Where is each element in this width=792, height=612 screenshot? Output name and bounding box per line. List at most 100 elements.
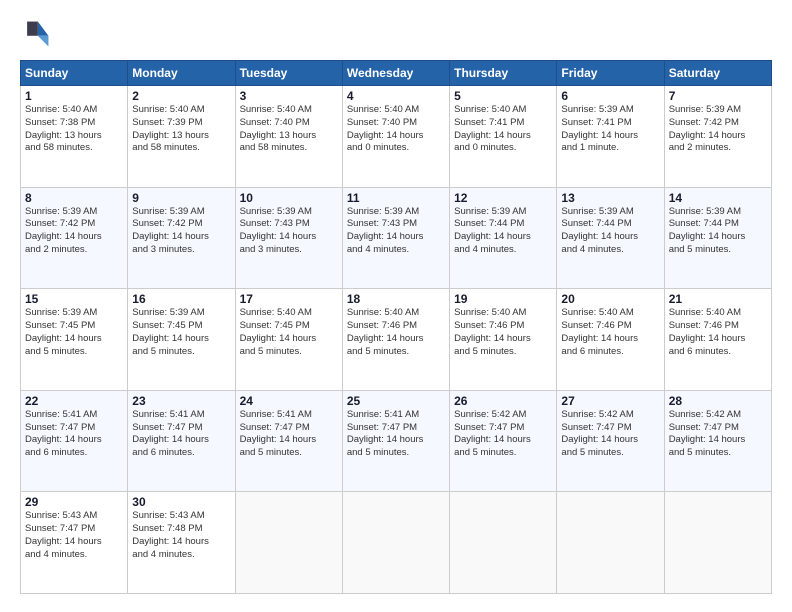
day-number: 10: [240, 191, 338, 205]
day-number: 5: [454, 89, 552, 103]
calendar-cell: 30Sunrise: 5:43 AM Sunset: 7:48 PM Dayli…: [128, 492, 235, 594]
header: [20, 18, 772, 50]
day-number: 26: [454, 394, 552, 408]
day-info: Sunrise: 5:40 AM Sunset: 7:40 PM Dayligh…: [240, 104, 338, 155]
calendar-cell: 24Sunrise: 5:41 AM Sunset: 7:47 PM Dayli…: [235, 390, 342, 492]
day-number: 29: [25, 495, 123, 509]
calendar-cell: 8Sunrise: 5:39 AM Sunset: 7:42 PM Daylig…: [21, 187, 128, 289]
calendar-cell: [342, 492, 449, 594]
day-info: Sunrise: 5:39 AM Sunset: 7:42 PM Dayligh…: [132, 206, 230, 257]
day-info: Sunrise: 5:42 AM Sunset: 7:47 PM Dayligh…: [454, 409, 552, 460]
day-info: Sunrise: 5:40 AM Sunset: 7:45 PM Dayligh…: [240, 307, 338, 358]
day-number: 9: [132, 191, 230, 205]
day-info: Sunrise: 5:41 AM Sunset: 7:47 PM Dayligh…: [25, 409, 123, 460]
day-number: 8: [25, 191, 123, 205]
calendar-cell: 11Sunrise: 5:39 AM Sunset: 7:43 PM Dayli…: [342, 187, 449, 289]
day-number: 12: [454, 191, 552, 205]
calendar-cell: 4Sunrise: 5:40 AM Sunset: 7:40 PM Daylig…: [342, 86, 449, 188]
day-info: Sunrise: 5:39 AM Sunset: 7:42 PM Dayligh…: [25, 206, 123, 257]
calendar-cell: [235, 492, 342, 594]
calendar-cell: 7Sunrise: 5:39 AM Sunset: 7:42 PM Daylig…: [664, 86, 771, 188]
day-info: Sunrise: 5:39 AM Sunset: 7:43 PM Dayligh…: [240, 206, 338, 257]
day-info: Sunrise: 5:39 AM Sunset: 7:45 PM Dayligh…: [25, 307, 123, 358]
day-info: Sunrise: 5:39 AM Sunset: 7:44 PM Dayligh…: [454, 206, 552, 257]
day-info: Sunrise: 5:40 AM Sunset: 7:46 PM Dayligh…: [669, 307, 767, 358]
day-number: 3: [240, 89, 338, 103]
day-number: 7: [669, 89, 767, 103]
calendar-cell: [664, 492, 771, 594]
day-info: Sunrise: 5:40 AM Sunset: 7:41 PM Dayligh…: [454, 104, 552, 155]
calendar-cell: 19Sunrise: 5:40 AM Sunset: 7:46 PM Dayli…: [450, 289, 557, 391]
col-header-friday: Friday: [557, 61, 664, 86]
day-number: 14: [669, 191, 767, 205]
day-number: 21: [669, 292, 767, 306]
calendar-cell: [450, 492, 557, 594]
calendar-cell: 17Sunrise: 5:40 AM Sunset: 7:45 PM Dayli…: [235, 289, 342, 391]
logo: [20, 18, 56, 50]
calendar-cell: 22Sunrise: 5:41 AM Sunset: 7:47 PM Dayli…: [21, 390, 128, 492]
day-number: 6: [561, 89, 659, 103]
day-number: 16: [132, 292, 230, 306]
day-info: Sunrise: 5:39 AM Sunset: 7:44 PM Dayligh…: [561, 206, 659, 257]
day-info: Sunrise: 5:43 AM Sunset: 7:48 PM Dayligh…: [132, 510, 230, 561]
day-info: Sunrise: 5:43 AM Sunset: 7:47 PM Dayligh…: [25, 510, 123, 561]
col-header-wednesday: Wednesday: [342, 61, 449, 86]
calendar-cell: 15Sunrise: 5:39 AM Sunset: 7:45 PM Dayli…: [21, 289, 128, 391]
day-number: 13: [561, 191, 659, 205]
day-number: 25: [347, 394, 445, 408]
calendar-cell: 5Sunrise: 5:40 AM Sunset: 7:41 PM Daylig…: [450, 86, 557, 188]
day-number: 30: [132, 495, 230, 509]
calendar-cell: 18Sunrise: 5:40 AM Sunset: 7:46 PM Dayli…: [342, 289, 449, 391]
calendar-cell: 14Sunrise: 5:39 AM Sunset: 7:44 PM Dayli…: [664, 187, 771, 289]
calendar-cell: 12Sunrise: 5:39 AM Sunset: 7:44 PM Dayli…: [450, 187, 557, 289]
day-number: 19: [454, 292, 552, 306]
day-number: 11: [347, 191, 445, 205]
calendar-cell: 6Sunrise: 5:39 AM Sunset: 7:41 PM Daylig…: [557, 86, 664, 188]
day-info: Sunrise: 5:40 AM Sunset: 7:46 PM Dayligh…: [454, 307, 552, 358]
calendar-cell: 20Sunrise: 5:40 AM Sunset: 7:46 PM Dayli…: [557, 289, 664, 391]
day-number: 2: [132, 89, 230, 103]
day-info: Sunrise: 5:42 AM Sunset: 7:47 PM Dayligh…: [561, 409, 659, 460]
calendar: SundayMondayTuesdayWednesdayThursdayFrid…: [20, 60, 772, 594]
day-number: 1: [25, 89, 123, 103]
week-row: 8Sunrise: 5:39 AM Sunset: 7:42 PM Daylig…: [21, 187, 772, 289]
day-info: Sunrise: 5:39 AM Sunset: 7:44 PM Dayligh…: [669, 206, 767, 257]
col-header-monday: Monday: [128, 61, 235, 86]
day-info: Sunrise: 5:39 AM Sunset: 7:45 PM Dayligh…: [132, 307, 230, 358]
calendar-cell: 9Sunrise: 5:39 AM Sunset: 7:42 PM Daylig…: [128, 187, 235, 289]
day-number: 4: [347, 89, 445, 103]
calendar-cell: 16Sunrise: 5:39 AM Sunset: 7:45 PM Dayli…: [128, 289, 235, 391]
day-info: Sunrise: 5:40 AM Sunset: 7:46 PM Dayligh…: [347, 307, 445, 358]
calendar-cell: 26Sunrise: 5:42 AM Sunset: 7:47 PM Dayli…: [450, 390, 557, 492]
day-number: 17: [240, 292, 338, 306]
day-info: Sunrise: 5:40 AM Sunset: 7:38 PM Dayligh…: [25, 104, 123, 155]
day-info: Sunrise: 5:40 AM Sunset: 7:46 PM Dayligh…: [561, 307, 659, 358]
calendar-cell: 25Sunrise: 5:41 AM Sunset: 7:47 PM Dayli…: [342, 390, 449, 492]
day-number: 22: [25, 394, 123, 408]
day-number: 28: [669, 394, 767, 408]
calendar-cell: 3Sunrise: 5:40 AM Sunset: 7:40 PM Daylig…: [235, 86, 342, 188]
calendar-cell: 27Sunrise: 5:42 AM Sunset: 7:47 PM Dayli…: [557, 390, 664, 492]
calendar-cell: 29Sunrise: 5:43 AM Sunset: 7:47 PM Dayli…: [21, 492, 128, 594]
day-info: Sunrise: 5:42 AM Sunset: 7:47 PM Dayligh…: [669, 409, 767, 460]
col-header-thursday: Thursday: [450, 61, 557, 86]
day-info: Sunrise: 5:39 AM Sunset: 7:41 PM Dayligh…: [561, 104, 659, 155]
week-row: 15Sunrise: 5:39 AM Sunset: 7:45 PM Dayli…: [21, 289, 772, 391]
week-row: 1Sunrise: 5:40 AM Sunset: 7:38 PM Daylig…: [21, 86, 772, 188]
day-info: Sunrise: 5:39 AM Sunset: 7:42 PM Dayligh…: [669, 104, 767, 155]
day-number: 15: [25, 292, 123, 306]
week-row: 22Sunrise: 5:41 AM Sunset: 7:47 PM Dayli…: [21, 390, 772, 492]
calendar-cell: 21Sunrise: 5:40 AM Sunset: 7:46 PM Dayli…: [664, 289, 771, 391]
col-header-saturday: Saturday: [664, 61, 771, 86]
day-number: 24: [240, 394, 338, 408]
week-row: 29Sunrise: 5:43 AM Sunset: 7:47 PM Dayli…: [21, 492, 772, 594]
calendar-cell: 23Sunrise: 5:41 AM Sunset: 7:47 PM Dayli…: [128, 390, 235, 492]
day-number: 20: [561, 292, 659, 306]
calendar-cell: 13Sunrise: 5:39 AM Sunset: 7:44 PM Dayli…: [557, 187, 664, 289]
calendar-cell: 1Sunrise: 5:40 AM Sunset: 7:38 PM Daylig…: [21, 86, 128, 188]
day-number: 18: [347, 292, 445, 306]
day-info: Sunrise: 5:41 AM Sunset: 7:47 PM Dayligh…: [347, 409, 445, 460]
day-info: Sunrise: 5:40 AM Sunset: 7:40 PM Dayligh…: [347, 104, 445, 155]
day-info: Sunrise: 5:40 AM Sunset: 7:39 PM Dayligh…: [132, 104, 230, 155]
calendar-cell: 10Sunrise: 5:39 AM Sunset: 7:43 PM Dayli…: [235, 187, 342, 289]
